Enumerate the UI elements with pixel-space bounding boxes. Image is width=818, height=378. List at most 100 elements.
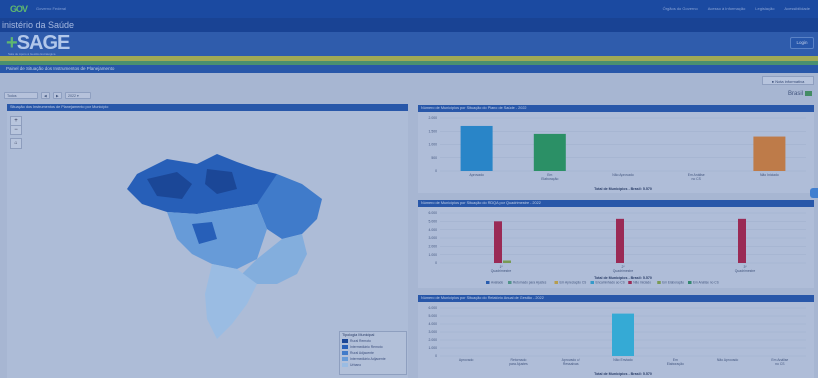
- legend-label: Em Apreciação CS: [560, 281, 587, 285]
- chart-total-label: Total de Municípios - Brasil: 5.570: [594, 276, 652, 280]
- chart-plano-saude: 2.0001.5001.0005000Aprovado EmElaboraçãoN…: [429, 116, 806, 191]
- y-tick-label: 4.000: [429, 228, 438, 232]
- x-tick-label: no CS: [691, 177, 701, 181]
- y-tick-label: 5.000: [429, 314, 438, 318]
- nota-label: Nota informativa: [775, 79, 805, 84]
- x-tick-label: no CS: [775, 362, 785, 366]
- ministry-bar: inistério da Saúde: [0, 18, 818, 32]
- y-tick-label: 2.000: [429, 245, 438, 249]
- legend-swatch: [590, 281, 594, 284]
- main-content: ● Nota informativa Todos ◀ ▶ 2022 ▾ Bras…: [0, 73, 818, 378]
- brazil-choropleth-map[interactable]: [107, 144, 327, 344]
- x-tick-label: Quadrimestre: [491, 269, 512, 273]
- side-panel-toggle[interactable]: [810, 188, 818, 198]
- x-tick-label: Não Aprovado: [717, 358, 739, 362]
- chart-title: Número de Municípios por Situação do Pla…: [418, 105, 814, 112]
- login-button[interactable]: Login: [790, 37, 814, 49]
- x-tick-label: Elaboração: [667, 362, 684, 366]
- chart-panel-rdqa: Número de Municípios por Situação do RDQ…: [418, 200, 814, 288]
- y-tick-label: 0: [435, 169, 437, 173]
- filter-select-scope[interactable]: Todos: [4, 91, 38, 99]
- chart-bar: [612, 313, 634, 356]
- brasil-selector[interactable]: Brasil: [788, 91, 812, 97]
- legend-swatch: [554, 281, 558, 284]
- chart-bar: [494, 221, 502, 263]
- gov-top-bar: GOV Governo Federal Órgãos do Governo Ac…: [0, 0, 818, 18]
- home-button[interactable]: ⌂: [10, 138, 22, 149]
- year-select[interactable]: 2022 ▾: [65, 91, 91, 99]
- y-tick-label: 4.000: [429, 322, 438, 326]
- y-tick-label: 500: [431, 156, 437, 160]
- page-title: Painel de Situação dos Instrumentos de P…: [6, 66, 115, 71]
- gov-links: Órgãos do Governo Acesso à Informação Le…: [663, 6, 810, 11]
- legend-swatch: [657, 281, 661, 284]
- x-tick-label: Não Iniciado: [760, 173, 779, 177]
- y-tick-label: 3.000: [429, 236, 438, 240]
- sage-plus-icon: +: [6, 32, 18, 54]
- x-tick-label: Elaboração: [541, 177, 558, 181]
- gov-link[interactable]: Acesso à Informação: [708, 6, 746, 11]
- gov-link[interactable]: Legislação: [755, 6, 774, 11]
- y-tick-label: 1.000: [429, 143, 438, 147]
- legend-swatch: [342, 339, 348, 343]
- legend-swatch: [342, 357, 348, 361]
- y-tick-label: 1.000: [429, 346, 438, 350]
- legend-swatch: [628, 281, 632, 284]
- zoom-in-button[interactable]: +: [11, 117, 21, 126]
- y-tick-label: 3.000: [429, 330, 438, 334]
- y-tick-label: 6.000: [429, 211, 438, 215]
- x-tick-label: Não Aprovado: [612, 173, 634, 177]
- chart-panel-rag: Número de Municípios por Situação do Rel…: [418, 295, 814, 378]
- y-tick-label: 1.500: [429, 129, 438, 133]
- gov-link[interactable]: Órgãos do Governo: [663, 6, 698, 11]
- x-tick-label: Quadrimestre: [613, 269, 634, 273]
- x-tick-label: Ressalvas: [563, 362, 579, 366]
- gov-link[interactable]: Acessibilidade: [784, 6, 810, 11]
- gov-logo[interactable]: GOV: [10, 4, 28, 14]
- y-tick-label: 2.000: [429, 116, 438, 120]
- y-tick-label: 1.000: [429, 253, 438, 257]
- chart-bar: [753, 136, 786, 171]
- legend-label: Intermediário Adjacente: [350, 357, 386, 361]
- y-tick-label: 0: [435, 354, 437, 358]
- x-tick-label: Aprovado: [469, 173, 484, 177]
- legend-label: Não Iniciado: [633, 281, 651, 285]
- legend-label: Retornado para Ajustes: [513, 281, 547, 285]
- legend-swatch: [688, 281, 692, 284]
- site-header: +SAGE Sala de Apoio à Gestão Estratégica…: [0, 32, 818, 56]
- legend-swatch: [486, 281, 490, 284]
- map-region-center-west[interactable]: [167, 204, 267, 269]
- chart-title: Número de Municípios por Situação do Rel…: [418, 295, 814, 302]
- nota-informativa-button[interactable]: ● Nota informativa: [762, 76, 814, 85]
- legend-label: Rural Adjacente: [350, 351, 374, 355]
- chart-panel-plano-saude: Número de Municípios por Situação do Pla…: [418, 105, 814, 193]
- legend-label: Rural Remoto: [350, 339, 371, 343]
- legend-label: Em Elaboração: [662, 281, 684, 285]
- chart-bar: [533, 133, 566, 171]
- filter-bar: Todos ◀ ▶ 2022 ▾: [4, 91, 91, 99]
- legend-swatch: [342, 351, 348, 355]
- chart-legend: Avaliado Retornado para Ajustes Em Aprecia…: [486, 281, 719, 285]
- chart-rdqa: 6.0005.0004.0003.0002.0001.00001ºQuadrim…: [429, 211, 806, 285]
- legend-label: Encaminhado ao CS: [596, 281, 625, 285]
- y-tick-label: 5.000: [429, 220, 438, 224]
- legend-label: Urbano: [350, 363, 362, 367]
- chart-total-label: Total de Municípios - Brasil: 5.570: [594, 372, 652, 376]
- zoom-controls: + −: [10, 116, 22, 135]
- prev-button[interactable]: ◀: [41, 91, 50, 99]
- x-tick-label: para Ajustes: [509, 362, 528, 366]
- chart-bar: [616, 218, 624, 263]
- next-button[interactable]: ▶: [53, 91, 62, 99]
- chart-rag: 6.000 5.000 4.000 3.000 2.000 1.000 0 Aprovado R…: [429, 306, 806, 376]
- sage-logo-text: SAGE: [16, 32, 71, 54]
- zoom-out-button[interactable]: −: [11, 126, 21, 134]
- y-tick-label: 6.000: [429, 306, 438, 310]
- chart-bar: [460, 125, 493, 171]
- legend-swatch: [342, 345, 348, 349]
- gov-subtitle: Governo Federal: [36, 6, 67, 11]
- legend-item: Urbano: [340, 362, 406, 368]
- legend-label: Intermediário Remoto: [350, 345, 383, 349]
- brasil-label: Brasil: [787, 91, 803, 98]
- legend-label: Em Análise no CS: [693, 281, 719, 285]
- map-title: Situação dos Instrumentos de Planejament…: [7, 104, 408, 111]
